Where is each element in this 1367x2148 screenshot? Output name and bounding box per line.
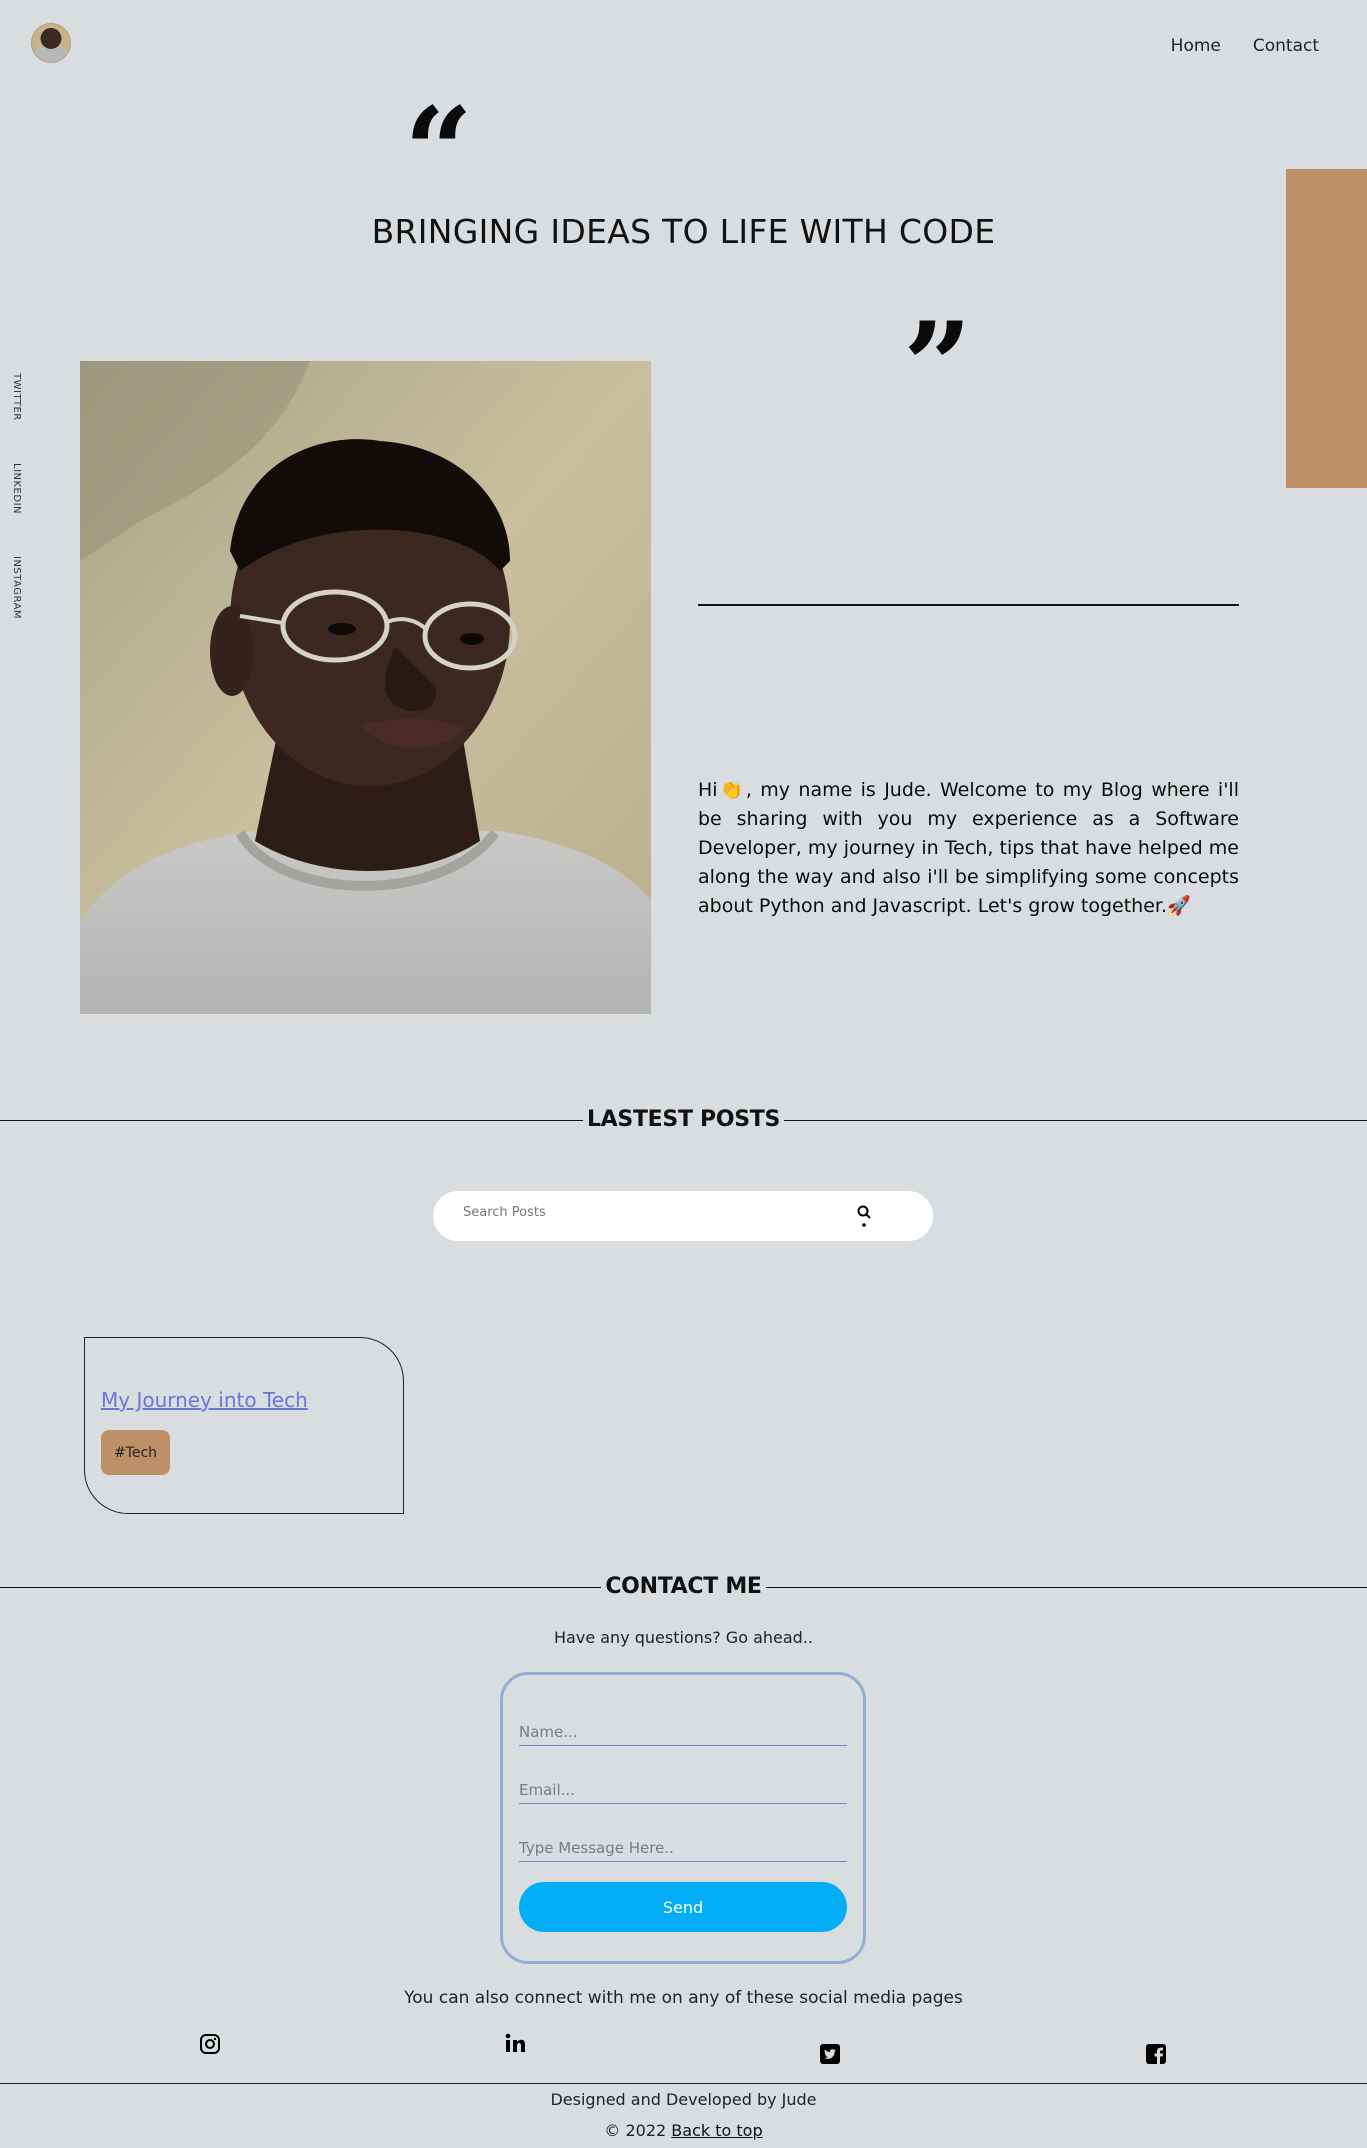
close-quote-icon: ” <box>903 296 973 437</box>
search-icon[interactable] <box>851 1201 879 1229</box>
instagram-icon[interactable] <box>199 2033 221 2055</box>
open-quote-icon: “ <box>404 81 474 222</box>
footer-copyright: © 2022 Back to top <box>0 2121 1367 2140</box>
message-field[interactable] <box>519 1835 847 1862</box>
copyright-text: © 2022 <box>604 2121 667 2140</box>
facebook-icon[interactable] <box>1145 2043 1167 2065</box>
contact-form: Send <box>500 1672 866 1964</box>
side-link-linkedin[interactable]: LINKEDIN <box>11 463 22 514</box>
email-field[interactable] <box>519 1777 847 1804</box>
search-bar[interactable] <box>433 1191 933 1241</box>
name-field[interactable] <box>519 1719 847 1746</box>
nav-contact-link[interactable]: Contact <box>1253 36 1319 56</box>
divider <box>698 604 1239 606</box>
profile-photo <box>80 361 651 1014</box>
posts-heading: LASTEST POSTS <box>0 1107 1367 1132</box>
nav-home-link[interactable]: Home <box>1171 36 1221 56</box>
back-to-top-link[interactable]: Back to top <box>671 2121 762 2140</box>
linkedin-icon[interactable] <box>504 2032 526 2054</box>
post-card[interactable]: My Journey into Tech #Tech <box>84 1337 404 1514</box>
side-link-twitter[interactable]: TWITTER <box>11 373 22 421</box>
page-title: BRINGING IDEAS TO LIFE WITH CODE <box>371 212 996 251</box>
search-input[interactable] <box>463 1205 843 1220</box>
posts-heading-text: LASTEST POSTS <box>582 1107 785 1132</box>
contact-subtitle: Have any questions? Go ahead.. <box>554 1628 813 1647</box>
connect-text: You can also connect with me on any of t… <box>404 1988 963 2008</box>
post-tag[interactable]: #Tech <box>101 1430 170 1475</box>
contact-heading-text: CONTACT ME <box>601 1574 766 1599</box>
send-button[interactable]: Send <box>519 1882 847 1932</box>
accent-block <box>1286 169 1367 488</box>
footer-divider <box>0 2083 1367 2084</box>
intro-text: Hi👏, my name is Jude. Welcome to my Blog… <box>698 779 1239 917</box>
side-link-instagram[interactable]: INSTAGRAM <box>11 556 22 619</box>
footer-credit: Designed and Developed by Jude <box>550 2090 817 2109</box>
contact-heading: CONTACT ME <box>0 1574 1367 1599</box>
twitter-icon[interactable] <box>819 2043 841 2065</box>
avatar[interactable] <box>31 23 71 63</box>
post-title-link[interactable]: My Journey into Tech <box>101 1388 308 1412</box>
top-nav: Home Contact <box>1171 36 1319 56</box>
